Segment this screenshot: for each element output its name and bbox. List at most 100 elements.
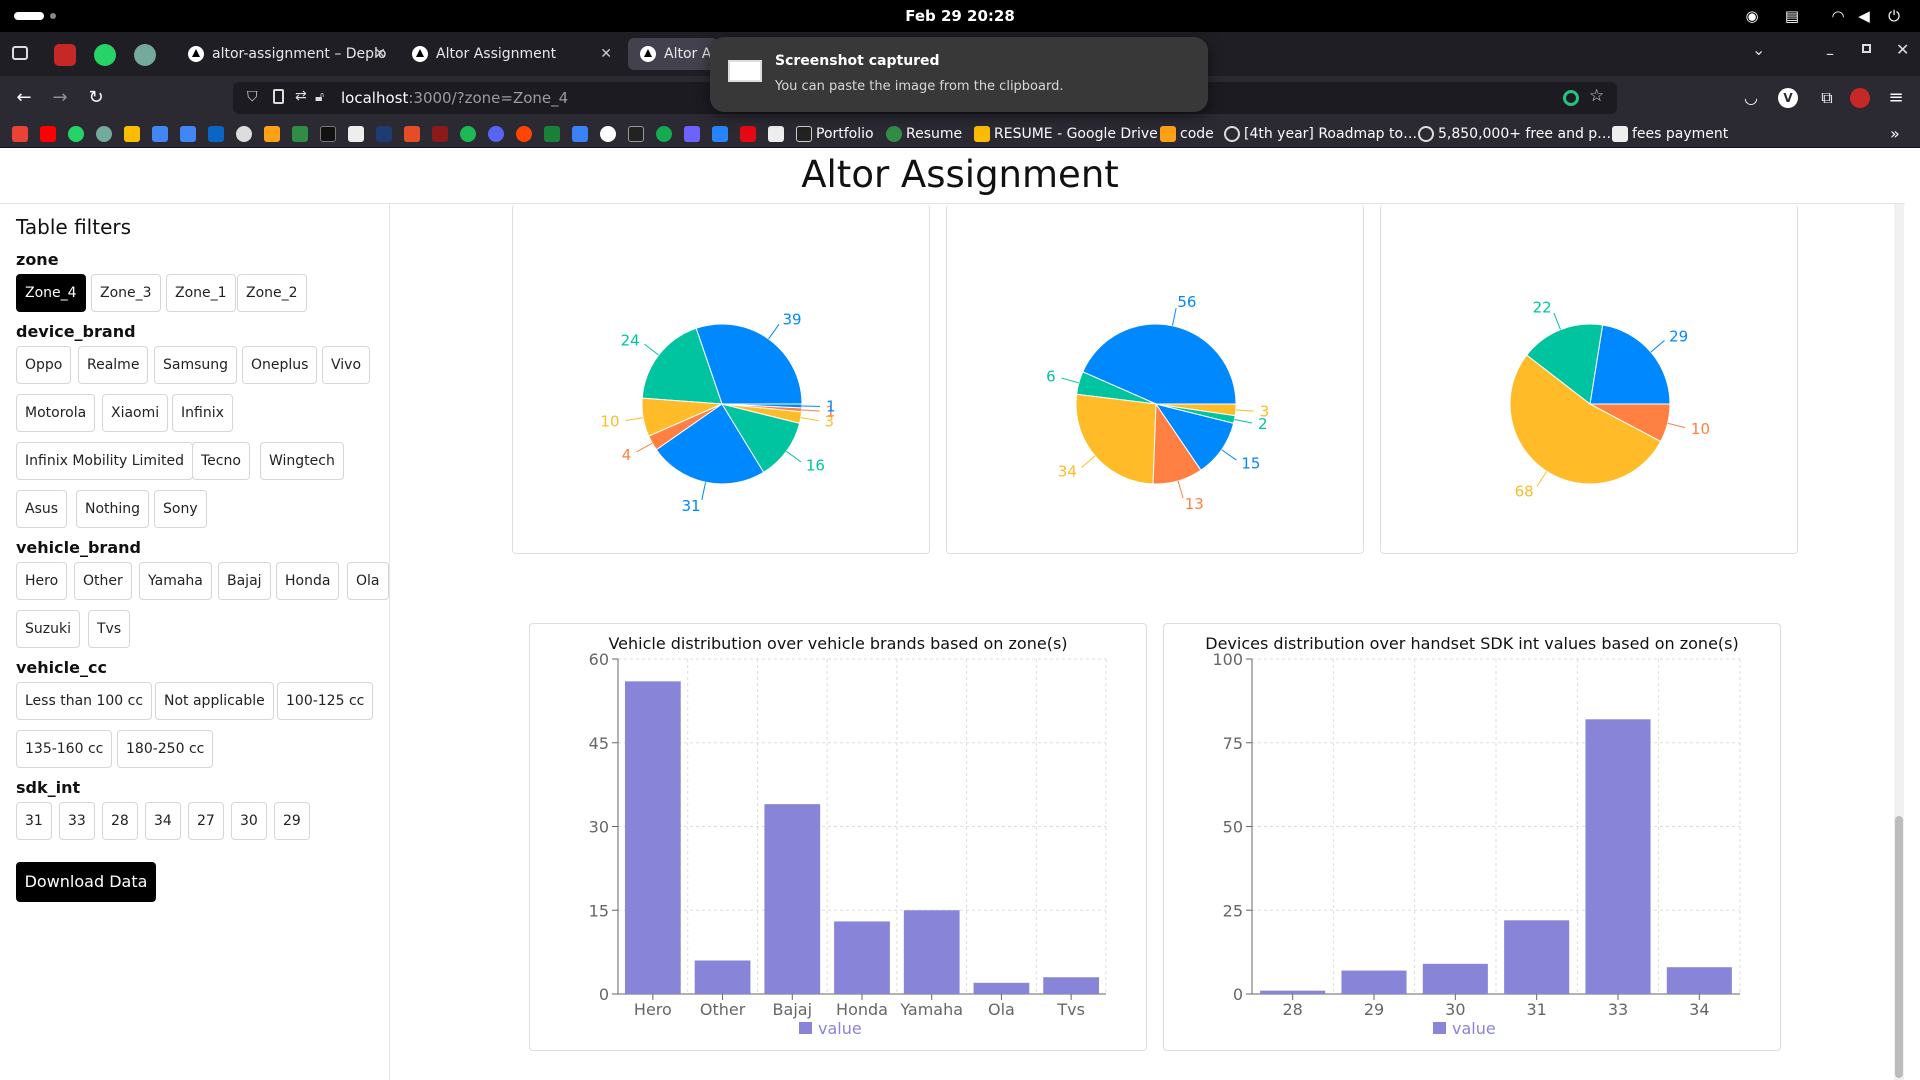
- bar[interactable]: [694, 960, 751, 995]
- device-brand-chip[interactable]: Oppo: [16, 346, 72, 384]
- bookmark-resume-drive[interactable]: RESUME - Google Drive: [994, 120, 1158, 148]
- tab-close-button[interactable]: ✕: [600, 38, 612, 70]
- bookmark-code[interactable]: code: [1180, 120, 1214, 148]
- minimize-icon[interactable]: –: [1826, 44, 1834, 63]
- vehicle-cc-chip[interactable]: Not applicable: [155, 682, 274, 720]
- bookmark-free-resources[interactable]: 5,850,000+ free and p…: [1438, 120, 1611, 148]
- notion-icon[interactable]: [320, 126, 336, 142]
- more-bookmarks-chevron-icon[interactable]: »: [1890, 120, 1900, 148]
- bar[interactable]: [903, 910, 960, 994]
- linkedin-icon[interactable]: [208, 126, 224, 142]
- bar[interactable]: [624, 681, 681, 994]
- bar[interactable]: [764, 804, 821, 994]
- device-brand-chip[interactable]: Asus: [16, 490, 68, 528]
- sdk-int-chip[interactable]: 30: [231, 802, 267, 840]
- vehicle-brand-chip[interactable]: Suzuki: [16, 610, 80, 648]
- google-drive-icon[interactable]: [124, 126, 140, 142]
- device-brand-chip[interactable]: Samsung: [154, 346, 238, 384]
- sdk-int-chip[interactable]: 31: [16, 802, 52, 840]
- globe-icon[interactable]: [1418, 126, 1434, 142]
- scrollbar-thumb[interactable]: [1895, 816, 1903, 1078]
- menu-hamburger-icon[interactable]: ≡: [1884, 87, 1908, 109]
- file-icon[interactable]: [1612, 126, 1628, 142]
- chart-icon[interactable]: [628, 126, 644, 142]
- bar[interactable]: [1666, 967, 1732, 994]
- steam-icon[interactable]: ◉: [1742, 6, 1762, 26]
- zone-chip-zone-2[interactable]: Zone_2: [237, 274, 307, 312]
- pinned-tab-whatsapp-icon[interactable]: [94, 44, 116, 66]
- device-brand-chip[interactable]: Infinix Mobility Limited: [16, 442, 193, 480]
- screenshot-notification[interactable]: Screenshot captured You can paste the im…: [710, 37, 1208, 112]
- ublock-icon[interactable]: [1850, 88, 1870, 108]
- tab-altor-assignment[interactable]: Altor Assignment ✕: [400, 38, 620, 70]
- bar[interactable]: [1422, 963, 1488, 994]
- sdk-int-chip[interactable]: 29: [274, 802, 310, 840]
- device-brand-chip[interactable]: Motorola: [16, 394, 96, 432]
- f-icon[interactable]: [768, 126, 784, 142]
- device-brand-chip[interactable]: Wingtech: [260, 442, 344, 480]
- device-brand-chip[interactable]: Tecno: [192, 442, 250, 480]
- bookmark-star-icon[interactable]: ☆: [1589, 86, 1604, 106]
- leetcode-icon[interactable]: [264, 126, 280, 142]
- vercel-bookmark-icon[interactable]: [600, 126, 616, 142]
- spotify-icon[interactable]: [460, 126, 476, 142]
- pinned-tab-youtube-icon[interactable]: [54, 44, 76, 66]
- power-icon[interactable]: ⏻: [1884, 6, 1904, 26]
- tab-close-button[interactable]: ✕: [374, 38, 386, 70]
- printer-icon[interactable]: ▤: [1782, 6, 1802, 26]
- notion-page-icon[interactable]: [348, 126, 364, 142]
- sdk-int-chip[interactable]: 34: [145, 802, 181, 840]
- extension-status-icon[interactable]: [1563, 90, 1579, 106]
- vehicle-brand-chip[interactable]: Hero: [16, 562, 68, 600]
- bar[interactable]: [834, 921, 890, 994]
- device-brand-chip[interactable]: Oneplus: [242, 346, 318, 384]
- figma-icon[interactable]: [432, 126, 448, 142]
- sheets-icon[interactable]: [544, 126, 560, 142]
- zone-chip-zone-3[interactable]: Zone_3: [91, 274, 161, 312]
- resume-icon[interactable]: [886, 126, 902, 142]
- wifi-icon[interactable]: ◠: [1828, 6, 1848, 26]
- vehicle-cc-chip[interactable]: Less than 100 cc: [16, 682, 153, 720]
- vehicle-cc-chip[interactable]: 100-125 cc: [277, 682, 374, 720]
- sdk-int-chip[interactable]: 27: [188, 802, 224, 840]
- url-text[interactable]: localhost:3000/?zone=Zone_4: [341, 82, 568, 114]
- vehicle-brand-chip[interactable]: Bajaj: [218, 562, 271, 600]
- sdk-int-chip[interactable]: 28: [102, 802, 138, 840]
- pt-icon[interactable]: [376, 126, 392, 142]
- reload-icon[interactable]: ↻: [84, 87, 108, 109]
- gmail-icon[interactable]: [12, 126, 28, 142]
- portfolio-v-icon[interactable]: [796, 126, 812, 142]
- globe-icon[interactable]: [1224, 126, 1240, 142]
- bookmark-fees-payment[interactable]: fees payment: [1632, 120, 1728, 148]
- vehicle-brand-chip[interactable]: Tvs: [88, 610, 131, 648]
- bar[interactable]: [1504, 920, 1570, 994]
- download-data-button[interactable]: Download Data: [16, 862, 156, 902]
- chatgpt-icon[interactable]: [96, 126, 112, 142]
- google-docs-icon[interactable]: [180, 126, 196, 142]
- device-brand-chip[interactable]: Xiaomi: [102, 394, 169, 432]
- bookmark-roadmap[interactable]: [4th year] Roadmap to…: [1244, 120, 1417, 148]
- sdk-int-chip[interactable]: 33: [59, 802, 95, 840]
- maximize-icon[interactable]: [1862, 44, 1871, 53]
- pen-icon[interactable]: [572, 126, 588, 142]
- device-brand-chip[interactable]: Sony: [154, 490, 207, 528]
- discord-icon[interactable]: [488, 126, 504, 142]
- close-window-icon[interactable]: ✕: [1896, 40, 1909, 59]
- stack-icon[interactable]: [684, 126, 700, 142]
- device-brand-chip[interactable]: Nothing: [76, 490, 150, 528]
- pie-slice[interactable]: [1075, 393, 1157, 485]
- vehicle-cc-chip[interactable]: 180-250 cc: [117, 730, 214, 768]
- insecure-lock-icon[interactable]: 🔓︎: [315, 89, 324, 105]
- whatsapp-icon[interactable]: [68, 126, 84, 142]
- tab-altor-assignment-active[interactable]: Altor As: [628, 38, 718, 70]
- device-brand-chip[interactable]: Realme: [78, 346, 149, 384]
- mongodb-icon[interactable]: [656, 126, 672, 142]
- account-avatar-icon[interactable]: V: [1778, 88, 1798, 108]
- device-brand-chip[interactable]: Vivo: [322, 346, 371, 384]
- google-photos-icon[interactable]: [152, 126, 168, 142]
- pinned-tab-chatgpt-icon[interactable]: [134, 44, 156, 66]
- system-clock[interactable]: Feb 29 20:28: [0, 0, 1920, 32]
- drive-icon[interactable]: [974, 126, 990, 142]
- reddit-icon[interactable]: [516, 126, 532, 142]
- bookmark-resume[interactable]: Resume: [906, 120, 962, 148]
